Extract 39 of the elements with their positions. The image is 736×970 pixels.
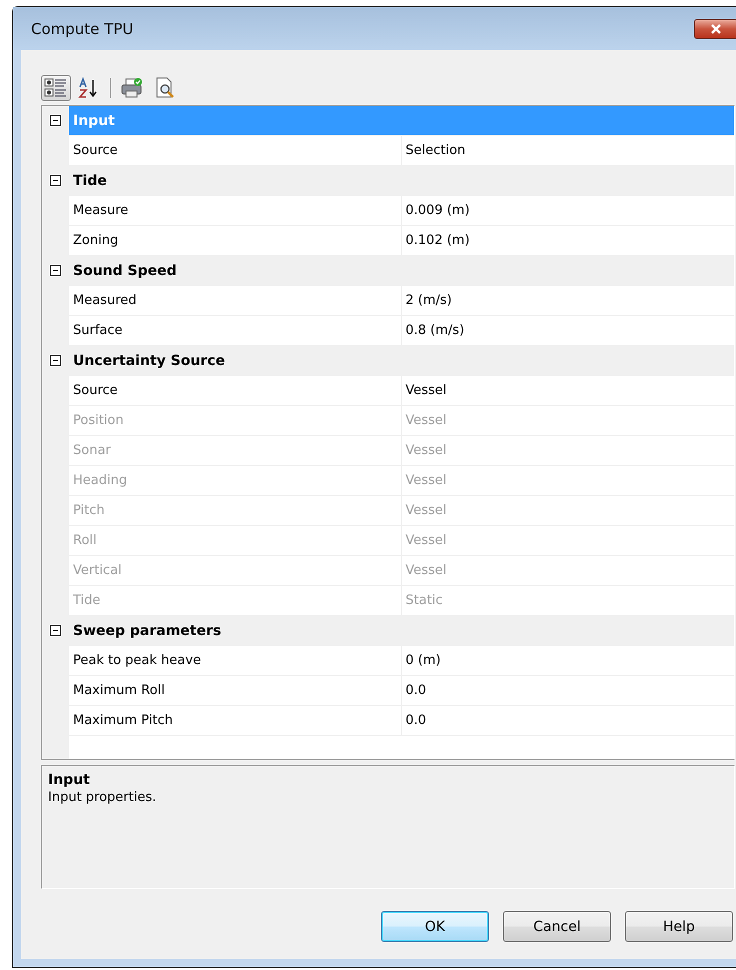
property-name[interactable]: Maximum Pitch bbox=[69, 706, 402, 735]
category-header[interactable]: Uncertainty Source bbox=[69, 346, 734, 375]
printer-icon bbox=[120, 77, 144, 99]
collapse-icon[interactable] bbox=[50, 625, 61, 636]
window-title: Compute TPU bbox=[31, 20, 134, 38]
category-header[interactable]: Tide bbox=[69, 166, 734, 195]
property-value[interactable]: Vessel bbox=[402, 376, 734, 405]
property-name[interactable]: Maximum Roll bbox=[69, 676, 402, 705]
property-name[interactable]: Measured bbox=[69, 286, 402, 315]
property-value[interactable]: 0.009 (m) bbox=[402, 196, 734, 225]
property-value[interactable]: 0.0 bbox=[402, 676, 734, 705]
property-value[interactable]: 0.0 bbox=[402, 706, 734, 735]
close-button[interactable] bbox=[694, 18, 736, 38]
property-name[interactable]: Zoning bbox=[69, 226, 402, 255]
collapse-icon[interactable] bbox=[50, 355, 61, 366]
dialog-button[interactable]: Cancel bbox=[503, 911, 611, 942]
property-name[interactable]: Measure bbox=[69, 196, 402, 225]
categorized-view-button[interactable] bbox=[41, 75, 71, 101]
property-name[interactable]: Peak to peak heave bbox=[69, 646, 402, 675]
close-icon bbox=[710, 24, 722, 34]
property-name[interactable]: Source bbox=[69, 136, 402, 165]
property-name[interactable]: Surface bbox=[69, 316, 402, 345]
collapse-icon[interactable] bbox=[50, 175, 61, 186]
property-value[interactable]: 0.102 (m) bbox=[402, 226, 734, 255]
dialog-button[interactable]: OK bbox=[381, 911, 489, 942]
collapse-icon[interactable] bbox=[50, 115, 61, 126]
dialog-button[interactable]: Help bbox=[625, 911, 733, 942]
category-header[interactable]: Sweep parameters bbox=[69, 616, 734, 645]
description-text: Input properties. bbox=[48, 790, 158, 805]
categorized-view-icon bbox=[44, 77, 68, 99]
property-value[interactable]: 0.8 (m/s) bbox=[402, 316, 734, 345]
category-header[interactable]: Sound Speed bbox=[69, 256, 734, 285]
property-name[interactable]: Source bbox=[69, 376, 402, 405]
property-value[interactable]: Selection bbox=[402, 136, 734, 165]
description-title: Input bbox=[48, 772, 91, 788]
collapse-icon[interactable] bbox=[50, 265, 61, 276]
property-value[interactable]: 0 (m) bbox=[402, 646, 734, 675]
property-value[interactable]: 2 (m/s) bbox=[402, 286, 734, 315]
print-preview-icon bbox=[154, 77, 176, 99]
